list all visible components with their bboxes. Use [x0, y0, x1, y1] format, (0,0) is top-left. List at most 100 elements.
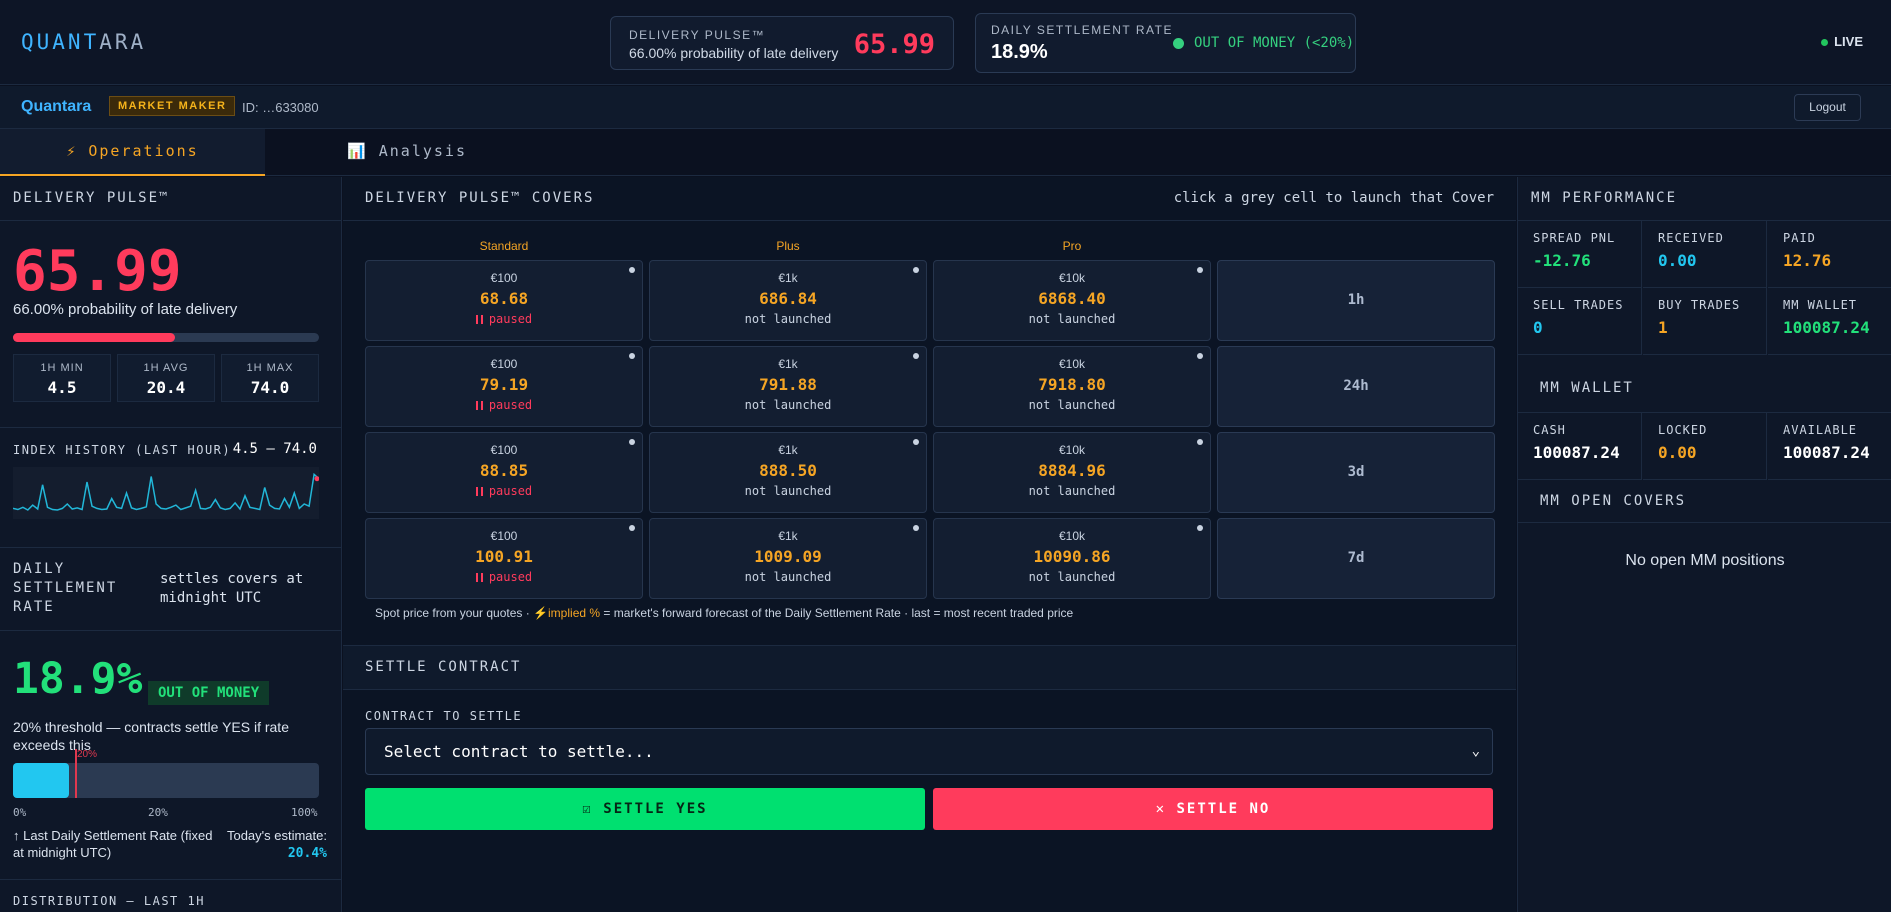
user-id: ID: …633080 [242, 100, 319, 115]
cover-cell[interactable]: €1k 888.50 not launched [649, 432, 927, 513]
metric-mm-wallet: MM WALLET 100087.24 [1768, 288, 1891, 355]
dsr-title: DAILY SETTLEMENT RATE [13, 561, 118, 615]
history-sparkline [13, 467, 319, 519]
covers-panel: DELIVERY PULSE™ COVERS click a grey cell… [343, 177, 1516, 912]
sparkline-bg [13, 467, 319, 519]
cover-price: 8884.96 [1038, 461, 1106, 480]
brand-logo: QUANTARA [21, 30, 147, 54]
cover-cell[interactable]: €1k 1009.09 not launched [649, 518, 927, 599]
contract-select[interactable]: Select contract to settle... ⌄ [365, 728, 1493, 775]
history-range: 4.5 – 74.0 [232, 441, 317, 457]
metric-sell-trades: SELL TRADES 0 [1518, 288, 1642, 355]
tenor-cell-24h[interactable]: 24h [1217, 346, 1495, 427]
last-rate-note: ↑ Last Daily Settlement Rate (fixed at m… [13, 828, 213, 860]
distribution-label: DISTRIBUTION — LAST 1H [13, 894, 205, 908]
metric-buy-trades: BUY TRADES 1 [1643, 288, 1767, 355]
cover-cell[interactable]: €1k 791.88 not launched [649, 346, 927, 427]
today-estimate: Today's estimate: 20.4% [226, 828, 327, 861]
cover-price: 888.50 [759, 461, 817, 480]
settle-title: SETTLE CONTRACT [343, 646, 1516, 690]
rate-label: DAILY SETTLEMENT RATE [991, 23, 1173, 37]
column-standard: Standard [479, 239, 529, 253]
pulse-value: 65.99 [853, 29, 935, 60]
live-dot-icon [1821, 39, 1829, 47]
column-plus: Plus [776, 239, 800, 253]
tab-bar: ⚡ Operations 📊 Analysis [0, 129, 1891, 176]
cover-status: not launched [1028, 312, 1116, 326]
settle-section: SETTLE CONTRACT CONTRACT TO SETTLE Selec… [343, 645, 1516, 912]
covers-header: DELIVERY PULSE™ COVERS click a grey cell… [343, 177, 1516, 221]
probability-bar [13, 333, 319, 342]
no-open-positions: No open MM positions [1625, 552, 1785, 569]
cover-status: not launched [744, 484, 832, 498]
cover-notional: €100 [490, 529, 518, 543]
status-dot-icon [629, 525, 635, 531]
metric-paid: PAID 12.76 [1768, 221, 1891, 288]
stat-max: 1H MAX 74.0 [221, 354, 319, 402]
cover-cell[interactable]: €10k 8884.96 not launched [933, 432, 1211, 513]
settle-no-button[interactable]: ✕ SETTLE NO [933, 788, 1493, 830]
logout-button[interactable]: Logout [1794, 94, 1861, 121]
pulse-big-value: 65.99 [13, 239, 182, 304]
status-dot-icon [913, 353, 919, 359]
cover-status: not launched [744, 312, 832, 326]
cover-status: paused [366, 484, 642, 498]
column-pro: Pro [1062, 239, 1082, 253]
mm-wallet-title: MM WALLET [1540, 380, 1634, 396]
cover-cell[interactable]: €100 88.85 paused [365, 432, 643, 513]
cover-notional: €1k [778, 443, 798, 457]
left-panel: DELIVERY PULSE™ 65.99 66.00% probability… [0, 177, 342, 912]
history-label: INDEX HISTORY (LAST HOUR) [13, 443, 232, 457]
dsr-note: settles covers at midnight UTC [160, 571, 304, 606]
cover-notional: €1k [778, 271, 798, 285]
tenor-cell-7d[interactable]: 7d [1217, 518, 1495, 599]
covers-footnote: Spot price from your quotes · ⚡implied %… [375, 606, 1074, 620]
dsr-big-value: 18.9% [13, 654, 143, 704]
user-name: Quantara [21, 98, 92, 115]
cover-cell[interactable]: €100 100.91 paused [365, 518, 643, 599]
scale-min: 0% [13, 806, 27, 819]
cover-notional: €10k [1058, 529, 1086, 543]
cover-cell[interactable]: €100 68.68 paused [365, 260, 643, 341]
implied-label: ⚡implied % [533, 606, 601, 620]
divider [1518, 522, 1891, 523]
tab-analysis[interactable]: 📊 Analysis [332, 129, 482, 176]
tenor-cell-1h[interactable]: 1h [1217, 260, 1495, 341]
user-bar: Quantara MARKET MAKER ID: …633080 Logout [0, 86, 1891, 129]
cover-price: 686.84 [759, 289, 817, 308]
status-dot-icon [1197, 439, 1203, 445]
cover-cell[interactable]: €10k 7918.80 not launched [933, 346, 1211, 427]
wallet-cash: CASH 100087.24 [1518, 413, 1642, 480]
estimate-value: 20.4% [287, 846, 327, 861]
divider [0, 547, 341, 548]
tenor-cell-3d[interactable]: 3d [1217, 432, 1495, 513]
cover-cell[interactable]: €1k 686.84 not launched [649, 260, 927, 341]
cover-cell[interactable]: €100 79.19 paused [365, 346, 643, 427]
pulse-stats: 1H MIN 4.5 1H AVG 20.4 1H MAX 74.0 [13, 354, 319, 402]
pulse-section-title: DELIVERY PULSE™ [0, 177, 341, 221]
cover-price: 100.91 [475, 547, 533, 566]
status-dot-icon [1197, 525, 1203, 531]
contract-field-label: CONTRACT TO SETTLE [365, 709, 523, 723]
cover-status: paused [366, 570, 642, 584]
cover-notional: €10k [1058, 271, 1086, 285]
cover-status: not launched [1028, 570, 1116, 584]
status-dot-icon [913, 267, 919, 273]
top-bar: QUANTARA DELIVERY PULSE™ 66.00% probabil… [0, 0, 1891, 85]
settle-yes-button[interactable]: ☑ SETTLE YES [365, 788, 925, 830]
cover-cell[interactable]: €10k 10090.86 not launched [933, 518, 1211, 599]
cover-status: not launched [1028, 398, 1116, 412]
performance-grid: SPREAD PNL -12.76 RECEIVED 0.00 PAID 12.76 SEL… [1518, 221, 1891, 355]
cover-price: 791.88 [759, 375, 817, 394]
rate-status: OUT OF MONEY (<20%) [1194, 35, 1355, 51]
probability-bar-fill [13, 333, 175, 342]
cover-price: 6868.40 [1038, 289, 1106, 308]
cover-status: not launched [1028, 484, 1116, 498]
scale-threshold: 20% [148, 806, 168, 819]
threshold-marker-label: 20% [77, 749, 98, 760]
status-dot-icon [629, 267, 635, 273]
tab-operations[interactable]: ⚡ Operations [0, 129, 265, 176]
cover-status: paused [366, 312, 642, 326]
threshold-text: 20% threshold — contracts settle YES if … [13, 719, 289, 753]
cover-cell[interactable]: €10k 6868.40 not launched [933, 260, 1211, 341]
